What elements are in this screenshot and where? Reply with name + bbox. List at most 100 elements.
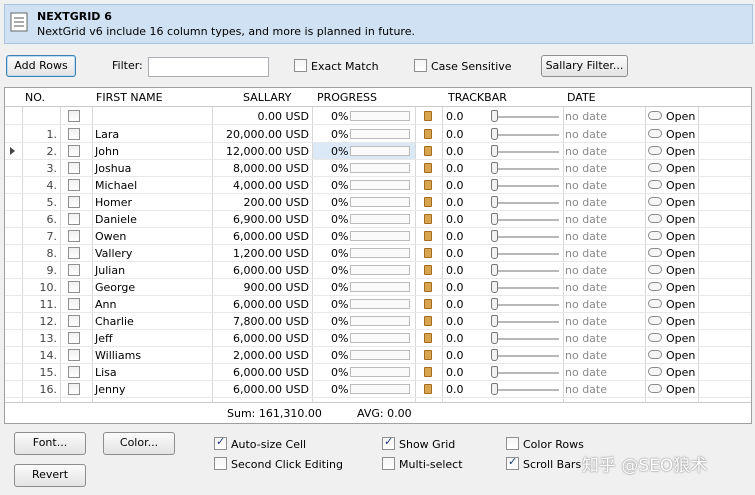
case-sensitive-checkbox[interactable] xyxy=(414,59,427,72)
date-cell[interactable]: no date xyxy=(565,179,607,192)
table-row[interactable]: 10. George 900.00 USD 0% 0.0 no date Open xyxy=(5,279,751,296)
show-grid-checkbox[interactable] xyxy=(382,435,395,450)
trackbar-thumb[interactable] xyxy=(491,128,498,140)
color-rows-checkbox[interactable] xyxy=(506,437,519,450)
open-toggle-icon[interactable] xyxy=(648,384,662,393)
second-click-editing-checkbox[interactable] xyxy=(214,457,227,470)
open-label[interactable]: Open xyxy=(666,264,695,277)
trackbar-thumb[interactable] xyxy=(491,366,498,378)
open-toggle-icon[interactable] xyxy=(648,111,662,120)
table-row[interactable]: 4. Michael 4,000.00 USD 0% 0.0 no date Open xyxy=(5,177,751,194)
first-name-cell[interactable]: Joshua xyxy=(95,162,131,175)
first-name-cell[interactable]: Lisa xyxy=(95,366,117,379)
open-label[interactable]: Open xyxy=(666,281,695,294)
column-header-first-name[interactable]: FIRST NAME xyxy=(96,91,163,104)
new-row[interactable]: 0.00 USD 0% 0.0 no date Open xyxy=(5,108,751,125)
open-label[interactable]: Open xyxy=(666,298,695,311)
salary-cell[interactable]: 6,000.00 USD xyxy=(209,366,309,379)
first-name-cell[interactable]: Owen xyxy=(95,230,126,243)
salary-cell[interactable]: 900.00 USD xyxy=(209,281,310,294)
salary-cell[interactable]: 2,000.00 USD xyxy=(209,349,309,362)
date-cell[interactable]: no date xyxy=(565,213,607,226)
auto-size-cell-checkbox[interactable] xyxy=(214,435,227,450)
open-label[interactable]: Open xyxy=(666,179,695,192)
open-toggle-icon[interactable] xyxy=(648,180,662,189)
trackbar-thumb[interactable] xyxy=(491,315,498,327)
trackbar-thumb[interactable] xyxy=(491,110,498,122)
trackbar-track[interactable] xyxy=(493,219,559,221)
open-label[interactable]: Open xyxy=(666,247,695,260)
open-label[interactable]: Open xyxy=(666,110,695,123)
row-checkbox[interactable] xyxy=(68,128,80,140)
open-toggle-icon[interactable] xyxy=(648,367,662,376)
trackbar-thumb[interactable] xyxy=(491,196,498,208)
date-cell[interactable]: no date xyxy=(565,145,607,158)
row-checkbox[interactable] xyxy=(68,332,80,344)
first-name-cell[interactable]: Jeff xyxy=(95,332,113,345)
open-label[interactable]: Open xyxy=(666,196,695,209)
row-checkbox[interactable] xyxy=(68,230,80,242)
date-cell[interactable]: no date xyxy=(565,298,607,311)
salary-cell[interactable]: 6,900.00 USD xyxy=(209,213,309,226)
row-checkbox[interactable] xyxy=(68,162,80,174)
open-label[interactable]: Open xyxy=(666,332,695,345)
date-cell[interactable]: no date xyxy=(565,315,607,328)
salary-cell[interactable]: 20,000.00 USD xyxy=(209,128,309,141)
row-checkbox[interactable] xyxy=(68,213,80,225)
table-row[interactable]: 11. Ann 6,000.00 USD 0% 0.0 no date Open xyxy=(5,296,751,313)
sallary-filter-button[interactable]: Sallary Filter... xyxy=(541,55,628,77)
trackbar-track[interactable] xyxy=(493,116,559,118)
salary-cell[interactable]: 6,000.00 USD xyxy=(209,383,309,396)
date-cell[interactable]: no date xyxy=(565,247,607,260)
trackbar-thumb[interactable] xyxy=(491,213,498,225)
exact-match-checkbox[interactable] xyxy=(294,59,307,72)
table-row[interactable]: 9. Julian 6,000.00 USD 0% 0.0 no date Open xyxy=(5,262,751,279)
salary-cell[interactable]: 8,000.00 USD xyxy=(209,162,309,175)
open-label[interactable]: Open xyxy=(666,145,695,158)
trackbar-track[interactable] xyxy=(493,304,559,306)
open-toggle-icon[interactable] xyxy=(648,214,662,223)
open-label[interactable]: Open xyxy=(666,162,695,175)
date-cell[interactable]: no date xyxy=(565,366,607,379)
table-row[interactable]: 16. Jenny 6,000.00 USD 0% 0.0 no date Open xyxy=(5,381,751,398)
trackbar-track[interactable] xyxy=(493,321,559,323)
trackbar-thumb[interactable] xyxy=(491,332,498,344)
salary-cell[interactable]: 6,000.00 USD xyxy=(209,298,309,311)
open-toggle-icon[interactable] xyxy=(648,333,662,342)
salary-cell[interactable]: 12,000.00 USD xyxy=(209,145,309,158)
table-row[interactable]: 5. Homer 200.00 USD 0% 0.0 no date Open xyxy=(5,194,751,211)
scroll-bars-checkbox[interactable] xyxy=(506,455,519,470)
date-cell[interactable]: no date xyxy=(565,162,607,175)
first-name-cell[interactable]: Ann xyxy=(95,298,116,311)
table-row[interactable]: 15. Lisa 6,000.00 USD 0% 0.0 no date Open xyxy=(5,364,751,381)
trackbar-track[interactable] xyxy=(493,185,559,187)
date-cell[interactable]: no date xyxy=(565,332,607,345)
open-toggle-icon[interactable] xyxy=(648,316,662,325)
table-row[interactable]: 14. Williams 2,000.00 USD 0% 0.0 no date Open xyxy=(5,347,751,364)
column-header-trackbar[interactable]: TRACKBAR xyxy=(448,91,507,104)
trackbar-track[interactable] xyxy=(493,151,559,153)
first-name-cell[interactable]: Julian xyxy=(95,264,125,277)
row-checkbox[interactable] xyxy=(68,196,80,208)
first-name-cell[interactable]: George xyxy=(95,281,135,294)
table-row[interactable]: 1. Lara 20,000.00 USD 0% 0.0 no date Open xyxy=(5,126,751,143)
row-checkbox[interactable] xyxy=(68,281,80,293)
open-label[interactable]: Open xyxy=(666,213,695,226)
table-row[interactable]: 6. Daniele 6,900.00 USD 0% 0.0 no date Open xyxy=(5,211,751,228)
salary-cell[interactable]: 6,000.00 USD xyxy=(209,230,309,243)
date-cell[interactable]: no date xyxy=(565,230,607,243)
multi-select-checkbox[interactable] xyxy=(382,457,395,470)
trackbar-thumb[interactable] xyxy=(491,179,498,191)
trackbar-track[interactable] xyxy=(493,338,559,340)
salary-cell[interactable]: 4,000.00 USD xyxy=(209,179,309,192)
first-name-cell[interactable]: Jenny xyxy=(95,383,125,396)
row-checkbox[interactable] xyxy=(68,145,80,157)
open-label[interactable]: Open xyxy=(666,315,695,328)
open-toggle-icon[interactable] xyxy=(648,231,662,240)
date-cell[interactable]: no date xyxy=(565,281,607,294)
first-name-cell[interactable]: Daniele xyxy=(95,213,137,226)
salary-cell[interactable]: 7,800.00 USD xyxy=(209,315,309,328)
add-rows-button[interactable]: Add Rows xyxy=(6,55,76,77)
trackbar-thumb[interactable] xyxy=(491,162,498,174)
date-cell[interactable]: no date xyxy=(565,110,607,123)
